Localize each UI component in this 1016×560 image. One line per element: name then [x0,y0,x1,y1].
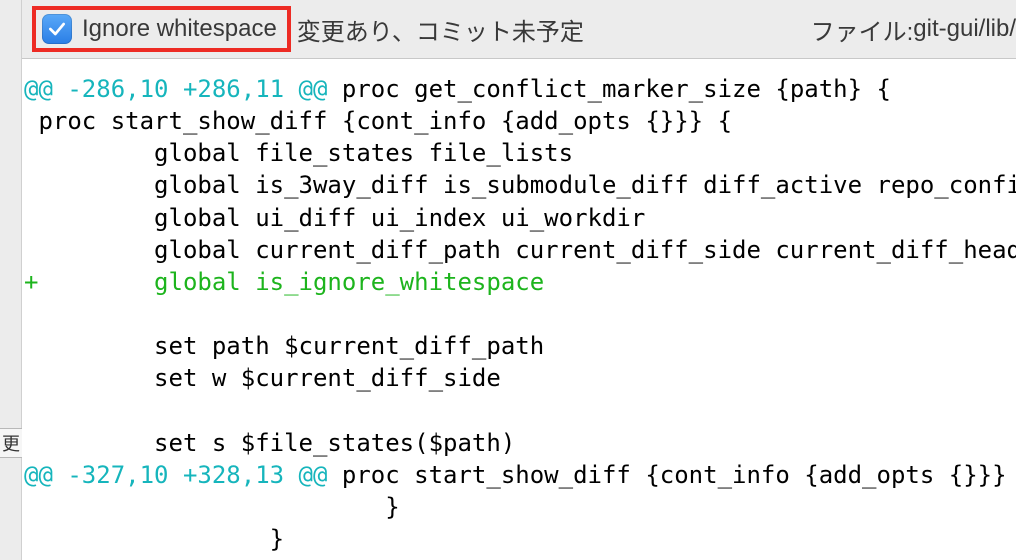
ignore-whitespace-checkbox[interactable] [42,14,72,44]
left-tab-button[interactable]: 更 [0,428,22,458]
diff-line: } [22,491,1016,523]
diff-line: global current_diff_path current_diff_si… [22,234,1016,266]
diff-line [22,395,1016,427]
diff-line: @@ -286,10 +286,11 @@ proc get_conflict_… [22,73,1016,105]
diff-line: set w $current_diff_side [22,362,1016,394]
diff-header-bar: Ignore whitespace 変更あり、コミット未予定 ファイル: git… [22,0,1016,58]
diff-line [22,298,1016,330]
check-icon [47,19,67,39]
left-gutter [0,0,22,560]
diff-line: set path $current_diff_path [22,330,1016,362]
ignore-whitespace-highlight: Ignore whitespace [32,6,291,52]
diff-line: global ui_diff ui_index ui_workdir [22,202,1016,234]
file-path: git-gui/lib/ [913,15,1016,43]
file-label: ファイル: [771,12,914,47]
diff-line: global is_3way_diff is_submodule_diff di… [22,169,1016,201]
diff-line: + global is_ignore_whitespace [22,266,1016,298]
diff-line: } [22,523,1016,555]
diff-line: @@ -327,10 +328,13 @@ proc start_show_di… [22,459,1016,491]
ignore-whitespace-label: Ignore whitespace [82,15,277,43]
file-status-text: 変更あり、コミット未予定 [297,12,584,47]
diff-line: proc start_show_diff {cont_info {add_opt… [22,105,1016,137]
diff-line: set s $file_states($path) [22,427,1016,459]
diff-viewer[interactable]: @@ -286,10 +286,11 @@ proc get_conflict_… [22,58,1016,560]
diff-line: global file_states file_lists [22,137,1016,169]
